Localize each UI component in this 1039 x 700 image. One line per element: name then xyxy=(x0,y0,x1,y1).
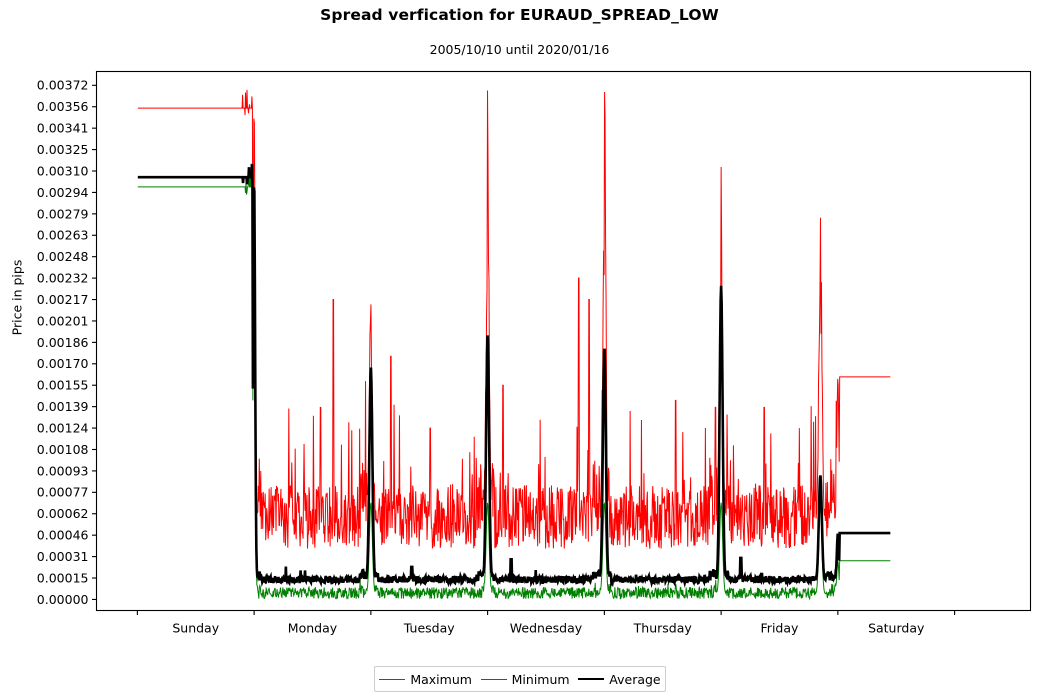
y-tick-label: 0.00015 xyxy=(37,570,89,585)
legend-item-maximum: Maximum xyxy=(379,672,472,687)
y-tick-label: 0.00217 xyxy=(37,292,89,307)
y-tick-label: 0.00108 xyxy=(37,442,89,457)
y-tick-label: 0.00155 xyxy=(37,378,89,393)
y-axis-ticks: 0.00000 0.00015 0.00031 0.00046 0.00062 0.000… xyxy=(37,78,97,607)
y-tick-label: 0.00294 xyxy=(37,185,89,200)
y-tick-label: 0.00263 xyxy=(37,228,89,243)
y-tick-label: 0.00170 xyxy=(37,356,89,371)
x-axis-ticks: Sunday Monday Tuesday Wednesday Thursday Frid… xyxy=(136,610,956,636)
legend-label-minimum: Minimum xyxy=(511,671,570,687)
y-tick-label: 0.00062 xyxy=(37,506,89,521)
y-tick-label: 0.00139 xyxy=(37,399,89,414)
y-tick-label: 0.00201 xyxy=(37,313,89,328)
y-tick-label: 0.00093 xyxy=(37,463,89,478)
x-tick-label: Sunday xyxy=(172,621,219,636)
chart-plot-area: 0.00000 0.00015 0.00031 0.00046 0.00062 0.000… xyxy=(37,70,1032,636)
legend-item-minimum: Minimum xyxy=(480,671,570,687)
y-tick-label: 0.00000 xyxy=(37,592,89,607)
y-tick-label: 0.00356 xyxy=(37,99,89,114)
y-tick-label: 0.00124 xyxy=(37,420,89,435)
series-line-maximum xyxy=(137,89,891,550)
legend-swatch-maximum xyxy=(379,678,406,680)
chart-figure: Spread verfication for EURAUD_SPREAD_LOW… xyxy=(0,0,1039,700)
x-tick-label: Friday xyxy=(761,621,799,636)
y-tick-label: 0.00372 xyxy=(37,78,89,93)
y-tick-label: 0.00046 xyxy=(37,528,89,543)
x-tick-label: Wednesday xyxy=(510,621,583,636)
x-tick-label: Saturday xyxy=(868,621,925,636)
x-tick-label: Thursday xyxy=(633,621,693,636)
y-tick-label: 0.00186 xyxy=(37,335,89,350)
y-tick-label: 0.00232 xyxy=(37,271,89,286)
legend-item-average: Average xyxy=(578,671,661,687)
y-tick-label: 0.00031 xyxy=(37,549,89,564)
legend-label-average: Average xyxy=(609,671,661,687)
y-tick-label: 0.00325 xyxy=(37,142,89,157)
x-tick-label: Tuesday xyxy=(403,621,455,636)
y-tick-label: 0.00310 xyxy=(37,163,89,178)
x-tick-label: Monday xyxy=(288,621,338,636)
y-tick-label: 0.00279 xyxy=(37,206,89,221)
chart-legend: Maximum Minimum Average xyxy=(374,666,666,692)
y-tick-label: 0.00248 xyxy=(37,249,89,264)
legend-label-maximum: Maximum xyxy=(410,671,472,687)
legend-swatch-minimum xyxy=(480,678,507,680)
y-tick-label: 0.00341 xyxy=(37,121,89,136)
y-tick-label: 0.00077 xyxy=(37,485,89,500)
legend-swatch-average xyxy=(578,678,605,680)
